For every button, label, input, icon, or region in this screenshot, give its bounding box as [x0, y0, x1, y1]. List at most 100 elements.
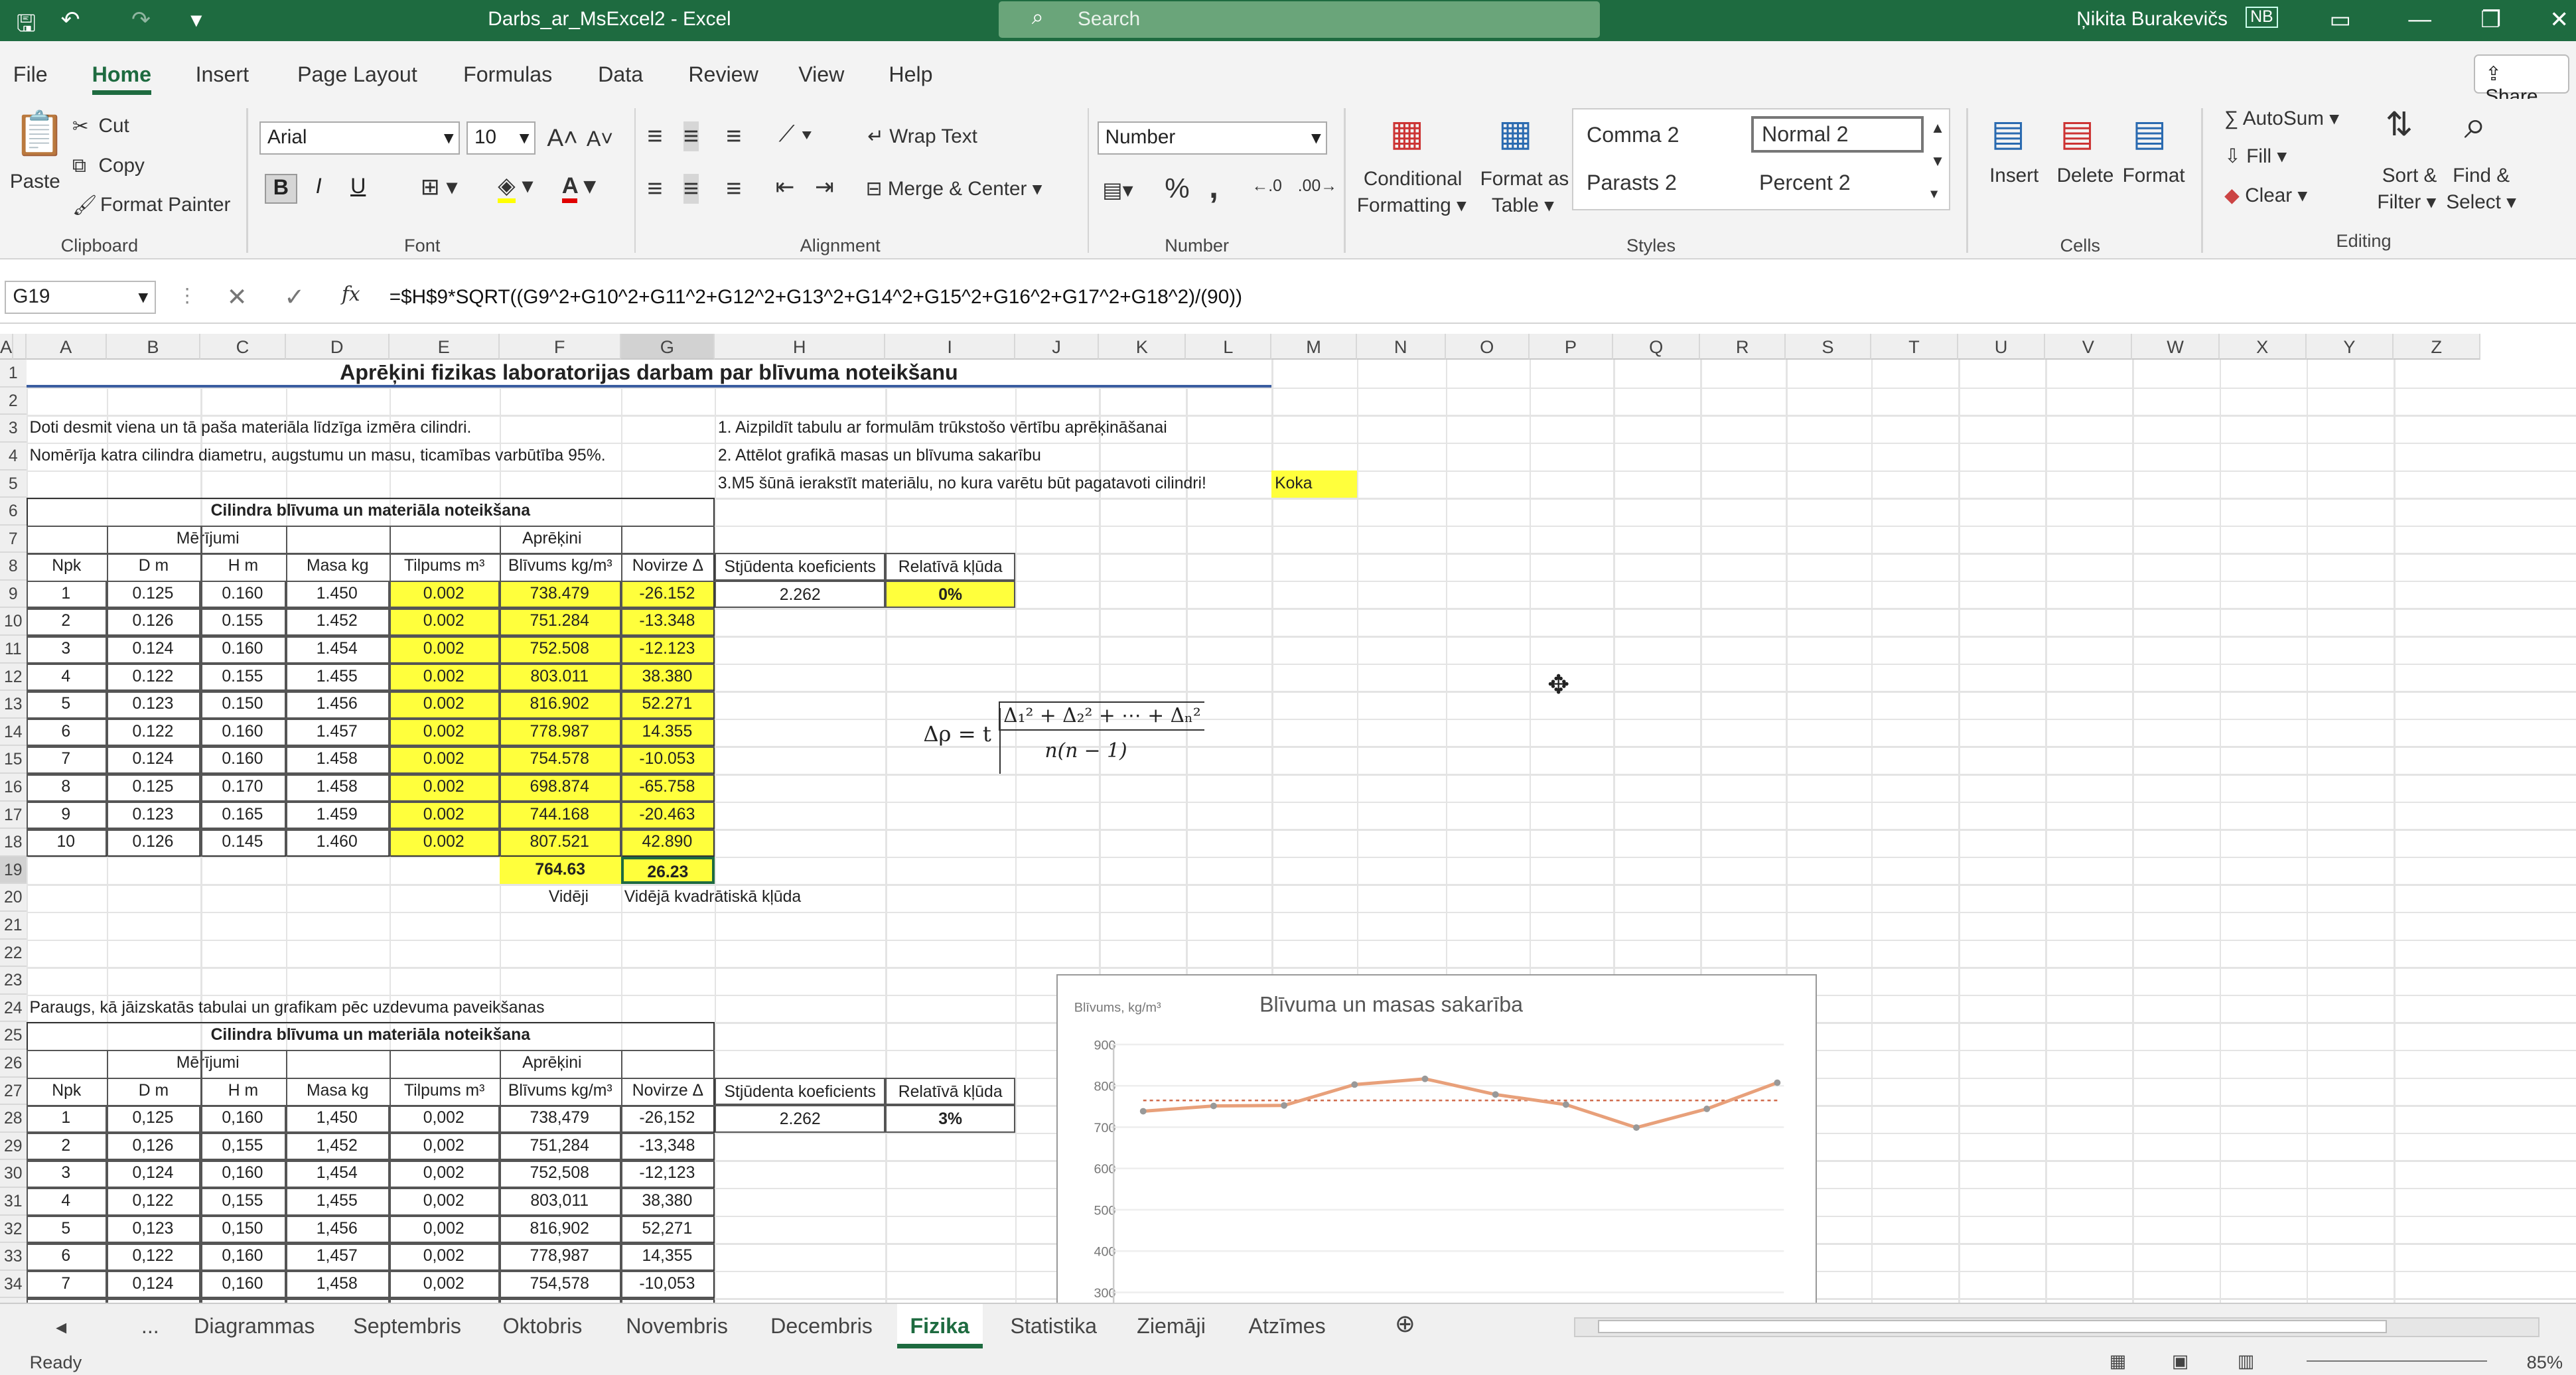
save-icon[interactable]: 🖫: [17, 7, 36, 46]
column-header[interactable]: V: [2045, 333, 2133, 360]
column-header[interactable]: X: [2219, 333, 2307, 360]
insert-function-button[interactable]: fx: [342, 283, 360, 306]
row-header[interactable]: 24: [0, 994, 27, 1023]
menu-home[interactable]: Home: [92, 62, 152, 95]
row-header[interactable]: 27: [0, 1077, 27, 1106]
style-parasts-2[interactable]: Parasts 2: [1587, 171, 1677, 195]
row-header[interactable]: 19: [0, 856, 27, 885]
insert-cells-button[interactable]: Insert: [1989, 165, 2039, 187]
underline-button[interactable]: U: [342, 174, 375, 204]
minimize-icon[interactable]: —: [2408, 7, 2431, 33]
row-header[interactable]: 10: [0, 608, 27, 636]
decrease-indent-icon[interactable]: ⇤: [776, 174, 795, 200]
menu-page-layout[interactable]: Page Layout: [297, 62, 417, 87]
row-header[interactable]: 26: [0, 1049, 27, 1078]
avg-label[interactable]: Vidēji: [500, 884, 592, 912]
row-header[interactable]: 31: [0, 1187, 27, 1216]
student-coef-header[interactable]: Stjūdenta koeficients: [714, 1077, 886, 1106]
column-header[interactable]: Z: [2394, 333, 2481, 360]
tab-ziemaji[interactable]: Ziemāji: [1137, 1314, 1206, 1339]
answer-cell[interactable]: Koka: [1271, 470, 1315, 498]
row-header[interactable]: 13: [0, 691, 27, 719]
column-header[interactable]: L: [1186, 333, 1272, 360]
decrease-decimal-icon[interactable]: .00→: [1298, 177, 1337, 196]
format-as-table-button[interactable]: Format as: [1480, 168, 1569, 190]
align-left-icon[interactable]: ≡: [647, 174, 662, 204]
tab-more[interactable]: ...: [141, 1314, 159, 1339]
row-header[interactable]: 18: [0, 829, 27, 857]
row-header[interactable]: 3: [0, 415, 27, 443]
add-sheet-button[interactable]: ⊕: [1395, 1309, 1415, 1338]
enter-icon[interactable]: ✓: [284, 283, 305, 311]
fill-color-icon[interactable]: ◈ ▾: [498, 173, 534, 203]
name-box[interactable]: G19 ▾: [5, 281, 157, 314]
sqerr-label[interactable]: Vidējā kvadrātiskā kļūda: [621, 884, 804, 912]
column-header[interactable]: A: [0, 333, 14, 360]
column-header[interactable]: Q: [1613, 333, 1701, 360]
shrink-font-button[interactable]: A˅: [587, 127, 613, 151]
comma-style-button[interactable]: ,: [1209, 168, 1218, 206]
row-header[interactable]: 29: [0, 1132, 27, 1161]
row-header[interactable]: 30: [0, 1160, 27, 1188]
menu-insert[interactable]: Insert: [196, 62, 249, 87]
column-header[interactable]: S: [1786, 333, 1871, 360]
row-header[interactable]: 12: [0, 663, 27, 691]
tab-oktobris[interactable]: Oktobris: [503, 1314, 583, 1339]
user-name[interactable]: Ņikita Burakevičs: [2076, 8, 2228, 31]
student-coef-header[interactable]: Stjūdenta koeficients: [714, 553, 886, 581]
row-header[interactable]: 16: [0, 774, 27, 802]
relative-error-header[interactable]: Relatīvā kļūda: [885, 553, 1015, 581]
info-text[interactable]: Doti desmit viena un tā paša materiāla l…: [27, 415, 475, 443]
redo-icon[interactable]: ↷: [131, 7, 151, 33]
accounting-format-icon[interactable]: ▤▾: [1102, 177, 1133, 202]
zoom-slider[interactable]: [2306, 1360, 2488, 1362]
student-coef-value[interactable]: 2.262: [714, 580, 886, 609]
menu-view[interactable]: View: [798, 62, 844, 87]
autosum-button[interactable]: ∑ AutoSum ▾: [2224, 107, 2339, 130]
tab-septembris[interactable]: Septembris: [353, 1314, 461, 1339]
row-header[interactable]: 14: [0, 718, 27, 747]
example-label[interactable]: Paraugs, kā jāizskatās tabulai un grafik…: [27, 995, 548, 1023]
formula-input[interactable]: =$H$9*SQRT((G9^2+G10^2+G11^2+G12^2+G13^2…: [390, 286, 1242, 309]
font-name-select[interactable]: Arial ▾: [259, 121, 461, 155]
row-header[interactable]: 25: [0, 1022, 27, 1050]
column-header[interactable]: K: [1099, 333, 1186, 360]
column-header[interactable]: G: [620, 333, 715, 360]
column-header[interactable]: E: [389, 333, 500, 360]
number-format-select[interactable]: Number ▾: [1097, 121, 1328, 155]
percent-style-button[interactable]: %: [1165, 173, 1189, 204]
page-layout-view-icon[interactable]: ▣: [2172, 1350, 2189, 1372]
styles-scroll-icon[interactable]: ▲ ▼ ▾: [1930, 111, 1945, 210]
close-icon[interactable]: ✕: [2549, 7, 2569, 33]
style-normal-2[interactable]: Normal 2: [1751, 116, 1924, 153]
align-middle-icon[interactable]: ≡: [683, 121, 699, 152]
row-header[interactable]: 22: [0, 939, 27, 968]
sort-filter-label2[interactable]: Filter ▾: [2377, 190, 2436, 214]
font-size-select[interactable]: 10 ▾: [466, 121, 536, 155]
normal-view-icon[interactable]: ▦: [2110, 1350, 2127, 1372]
tab-atzimes[interactable]: Atzīmes: [1249, 1314, 1326, 1339]
menu-formulas[interactable]: Formulas: [463, 62, 552, 87]
row-header[interactable]: 5: [0, 470, 27, 498]
tab-novembris[interactable]: Novembris: [626, 1314, 728, 1339]
align-top-icon[interactable]: ≡: [647, 121, 662, 151]
restore-icon[interactable]: ❐: [2480, 7, 2501, 33]
column-header[interactable]: R: [1700, 333, 1786, 360]
zoom-level[interactable]: 85%: [2527, 1352, 2563, 1373]
column-header[interactable]: F: [499, 333, 621, 360]
row-header[interactable]: 28: [0, 1105, 27, 1133]
format-painter-button[interactable]: Format Painter: [100, 194, 230, 216]
info-text[interactable]: Nomērīja katra cilindra diametru, augstu…: [27, 443, 609, 470]
format-cells-button[interactable]: Format: [2123, 165, 2185, 187]
sort-filter-button[interactable]: Sort &: [2382, 165, 2437, 187]
row-header[interactable]: 6: [0, 498, 27, 526]
font-color-icon[interactable]: A ▾: [561, 173, 595, 203]
row-header[interactable]: 23: [0, 967, 27, 995]
column-header[interactable]: I: [885, 333, 1015, 360]
paste-icon[interactable]: 📋: [13, 108, 66, 159]
row-header[interactable]: 21: [0, 912, 27, 940]
sheet-title[interactable]: Aprēķini fizikas laboratorijas darbam pa…: [26, 360, 1272, 388]
column-header[interactable]: Y: [2306, 333, 2394, 360]
tab-diagrammas[interactable]: Diagrammas: [194, 1314, 315, 1339]
find-select-button[interactable]: Find &: [2453, 165, 2510, 187]
